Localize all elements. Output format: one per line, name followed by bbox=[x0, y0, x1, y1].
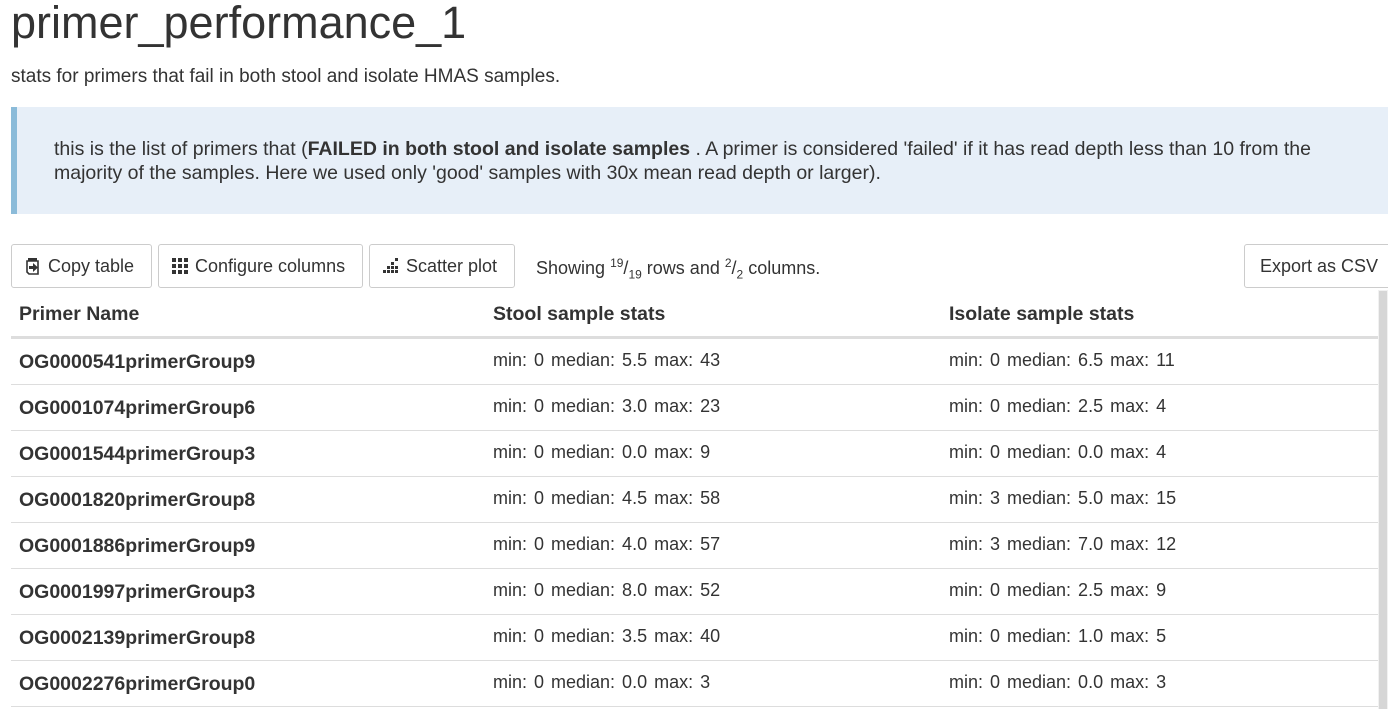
primer-name-cell: OG0000541primerGroup9 bbox=[19, 351, 256, 373]
table-row: OG0002139primerGroup8 min: 0 median: 3.5… bbox=[11, 615, 1378, 661]
configure-columns-button[interactable]: Configure columns bbox=[158, 244, 363, 288]
isolate-stats-cell: min: 0 median: 1.0 max: 5 bbox=[949, 626, 1167, 646]
cols-shown: 2 bbox=[724, 256, 732, 270]
primer-name-cell: OG0001886primerGroup9 bbox=[19, 535, 256, 557]
copy-table-button[interactable]: Copy table bbox=[11, 244, 152, 288]
primer-name-cell: OG0001997primerGroup3 bbox=[19, 581, 256, 603]
info-callout: this is the list of primers that (FAILED… bbox=[11, 107, 1388, 214]
stool-stats-cell: min: 0 median: 3.0 max: 23 bbox=[493, 396, 721, 416]
table-row: OG0001886primerGroup9 min: 0 median: 4.0… bbox=[11, 523, 1378, 569]
stool-stats-cell: min: 0 median: 0.0 max: 3 bbox=[493, 672, 711, 692]
stool-stats-cell: min: 0 median: 8.0 max: 52 bbox=[493, 580, 721, 600]
export-csv-button[interactable]: Export as CSV bbox=[1244, 244, 1388, 288]
header-stool-stats[interactable]: Stool sample stats bbox=[493, 303, 665, 326]
primer-table: Primer Name Stool sample stats Isolate s… bbox=[11, 290, 1378, 707]
page-title: primer_performance_1 bbox=[11, 0, 467, 48]
stool-stats-cell: min: 0 median: 5.5 max: 43 bbox=[493, 350, 721, 370]
isolate-stats-cell: min: 3 median: 5.0 max: 15 bbox=[949, 488, 1177, 508]
configure-columns-label: Configure columns bbox=[195, 255, 346, 276]
isolate-stats-cell: min: 0 median: 2.5 max: 4 bbox=[949, 396, 1167, 416]
table-row: OG0001820primerGroup8 min: 0 median: 4.5… bbox=[11, 477, 1378, 523]
copy-table-label: Copy table bbox=[48, 255, 135, 276]
rows-shown: 19 bbox=[610, 256, 624, 270]
stool-stats-cell: min: 0 median: 4.0 max: 57 bbox=[493, 534, 721, 554]
stool-stats-cell: min: 0 median: 4.5 max: 58 bbox=[493, 488, 721, 508]
rows-total: 19 bbox=[628, 267, 642, 282]
table-row: OG0001074primerGroup6 min: 0 median: 3.0… bbox=[11, 385, 1378, 431]
showing-prefix: Showing bbox=[536, 258, 611, 278]
callout-bold-text: FAILED in both stool and isolate samples bbox=[307, 138, 691, 160]
callout-text: this is the list of primers that (FAILED… bbox=[54, 137, 1354, 185]
header-isolate-stats[interactable]: Isolate sample stats bbox=[949, 303, 1134, 326]
scatter-plot-button[interactable]: Scatter plot bbox=[369, 244, 515, 288]
page-subtitle: stats for primers that fail in both stoo… bbox=[11, 66, 561, 87]
primer-name-cell: OG0001074primerGroup6 bbox=[19, 397, 256, 419]
scatter-plot-label: Scatter plot bbox=[406, 255, 498, 276]
table-row: OG0002276primerGroup0 min: 0 median: 0.0… bbox=[11, 661, 1378, 707]
cols-word: columns. bbox=[743, 258, 821, 278]
table-scrollbar-thumb[interactable] bbox=[1379, 291, 1387, 709]
table-header: Primer Name Stool sample stats Isolate s… bbox=[11, 290, 1378, 339]
primer-name-cell: OG0002276primerGroup0 bbox=[19, 673, 256, 695]
isolate-stats-cell: min: 0 median: 2.5 max: 9 bbox=[949, 580, 1167, 600]
copy-icon bbox=[24, 257, 42, 275]
grid-icon bbox=[171, 257, 189, 275]
isolate-stats-cell: min: 0 median: 6.5 max: 11 bbox=[949, 350, 1175, 370]
table-row: OG0001544primerGroup3 min: 0 median: 0.0… bbox=[11, 431, 1378, 477]
table-row: OG0000541primerGroup9 min: 0 median: 5.5… bbox=[11, 339, 1378, 385]
callout-text-before: this is the list of primers that ( bbox=[54, 138, 308, 160]
primer-name-cell: OG0001544primerGroup3 bbox=[19, 443, 256, 465]
export-csv-label: Export as CSV bbox=[1260, 255, 1379, 276]
stool-stats-cell: min: 0 median: 3.5 max: 40 bbox=[493, 626, 721, 646]
header-primer-name[interactable]: Primer Name bbox=[19, 303, 139, 326]
primer-name-cell: OG0002139primerGroup8 bbox=[19, 627, 256, 649]
row-count-summary: Showing 19/19 rows and 2/2 columns. bbox=[536, 256, 821, 282]
isolate-stats-cell: min: 0 median: 0.0 max: 4 bbox=[949, 442, 1167, 462]
rows-word: rows and bbox=[641, 258, 725, 278]
isolate-stats-cell: min: 0 median: 0.0 max: 3 bbox=[949, 672, 1167, 692]
scatter-plot-icon bbox=[382, 257, 400, 275]
stool-stats-cell: min: 0 median: 0.0 max: 9 bbox=[493, 442, 711, 462]
table-row: OG0001997primerGroup3 min: 0 median: 8.0… bbox=[11, 569, 1378, 615]
primer-name-cell: OG0001820primerGroup8 bbox=[19, 489, 256, 511]
isolate-stats-cell: min: 3 median: 7.0 max: 12 bbox=[949, 534, 1177, 554]
